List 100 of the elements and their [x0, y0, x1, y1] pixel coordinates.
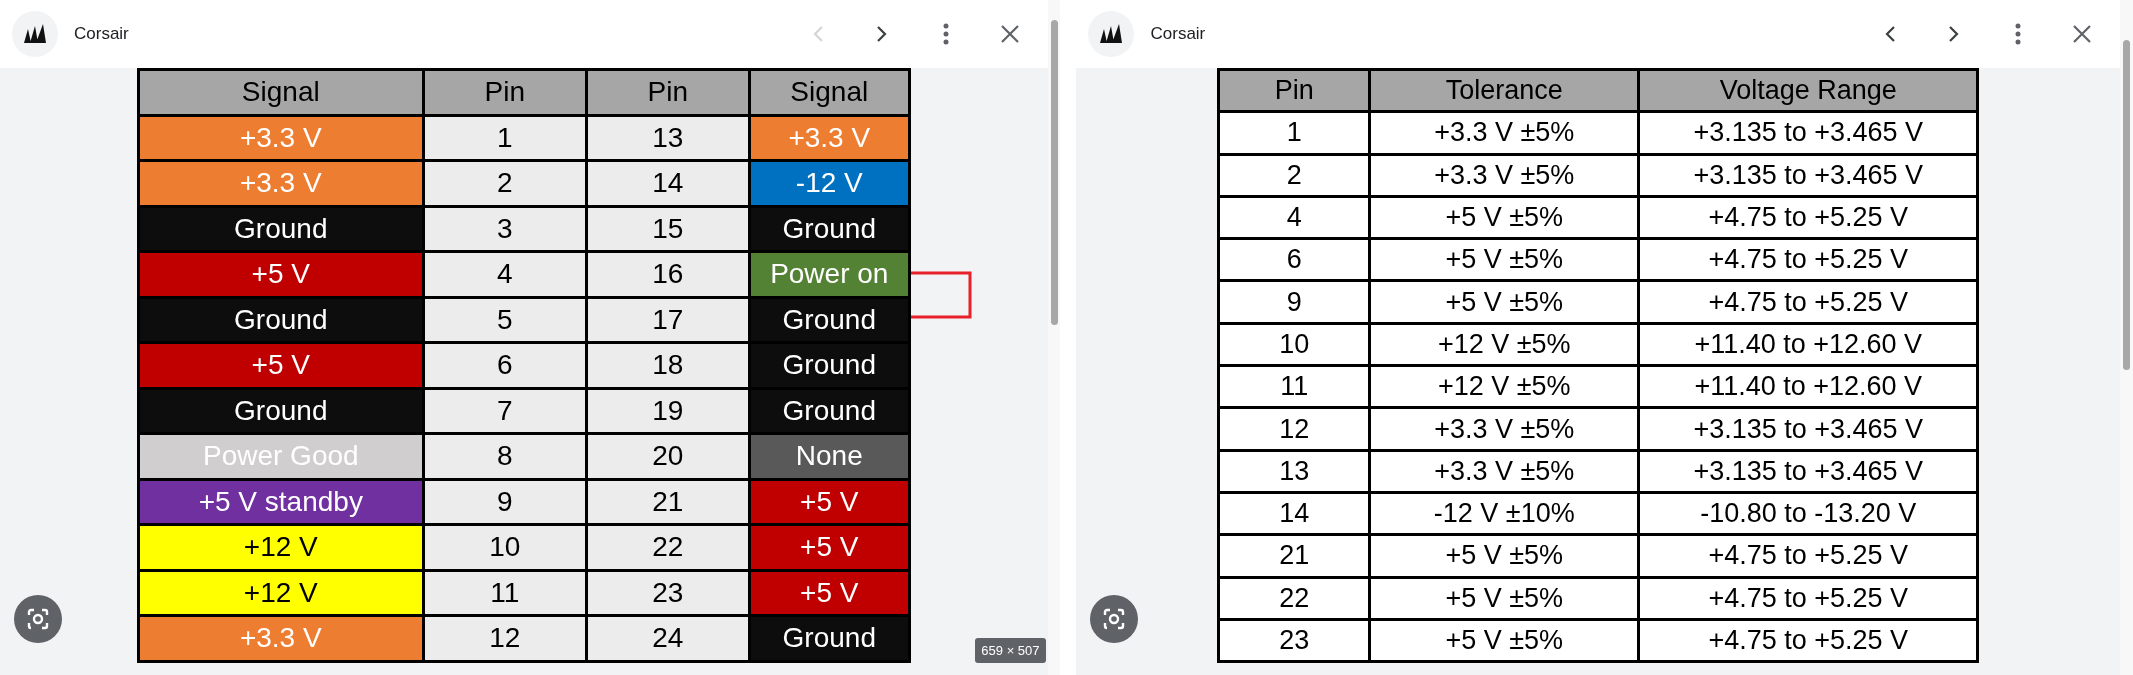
chevron-right-icon — [1949, 26, 1960, 42]
table-cell: +3.3 V — [139, 162, 422, 205]
close-icon — [2072, 24, 2093, 44]
table-cell: +12 V ±5% — [1371, 324, 1638, 365]
table-cell: 4 — [424, 253, 585, 296]
table-cell: Ground — [750, 298, 908, 341]
table-cell: Power on — [750, 253, 908, 296]
table-cell: +12 V ±5% — [1371, 367, 1638, 407]
more-icon — [942, 23, 949, 45]
table-cell: +5 V ±5% — [1371, 240, 1638, 280]
table-cell: 6 — [1220, 240, 1369, 280]
table-cell: 11 — [1220, 367, 1369, 407]
table-cell: +12 V — [139, 526, 422, 569]
table-cell: 2 — [1220, 155, 1369, 195]
table-cell: +5 V — [750, 480, 908, 523]
table-cell: +3.3 V — [750, 116, 908, 159]
more-icon — [2015, 23, 2022, 45]
lens-icon — [1102, 607, 1127, 631]
table-cell: +3.3 V — [139, 116, 422, 159]
table-cell: 14 — [1220, 493, 1369, 534]
column-header: Pin — [424, 71, 585, 114]
table-cell: 18 — [587, 344, 748, 387]
table-cell: +3.135 to +3.465 V — [1640, 113, 1977, 153]
scrollbar-thumb[interactable] — [2123, 40, 2131, 370]
table-cell: 22 — [587, 526, 748, 569]
table-cell: 21 — [587, 480, 748, 523]
table-cell: +4.75 to +5.25 V — [1640, 282, 1977, 322]
table-cell: +5 V ±5% — [1371, 536, 1638, 576]
table-cell: +4.75 to +5.25 V — [1640, 197, 1977, 238]
table-cell: 20 — [587, 435, 748, 478]
table-cell: 8 — [424, 435, 585, 478]
table-cell: +11.40 to +12.60 V — [1640, 324, 1977, 365]
table-cell: 19 — [587, 389, 748, 432]
column-header: Pin — [587, 71, 748, 114]
table-cell: Ground — [750, 389, 908, 432]
lens-button[interactable] — [14, 595, 62, 643]
table-cell: 5 — [424, 298, 585, 341]
lens-button[interactable] — [1090, 595, 1139, 643]
table-cell: 23 — [587, 571, 748, 614]
table-cell: 21 — [1220, 536, 1369, 576]
table-cell: 9 — [1220, 282, 1369, 322]
table-cell: +4.75 to +5.25 V — [1640, 578, 1977, 618]
table-cell: -10.80 to -13.20 V — [1640, 493, 1977, 534]
table-cell: +4.75 to +5.25 V — [1640, 240, 1977, 280]
table-cell: 13 — [587, 116, 748, 159]
table-cell: 4 — [1220, 197, 1369, 238]
table-cell: 1 — [1220, 113, 1369, 153]
table-cell: 17 — [587, 298, 748, 341]
source-name: Corsair — [74, 24, 130, 44]
table-cell: +3.135 to +3.465 V — [1640, 409, 1977, 449]
table-cell: +4.75 to +5.25 V — [1640, 620, 1977, 661]
table-cell: Ground — [750, 207, 908, 250]
table-cell: +11.40 to +12.60 V — [1640, 367, 1977, 407]
table-cell: Ground — [750, 344, 908, 387]
table-cell: +4.75 to +5.25 V — [1640, 536, 1977, 576]
table-cell: +5 V ±5% — [1371, 282, 1638, 322]
table-cell: +5 V — [750, 526, 908, 569]
table-cell: 22 — [1220, 578, 1369, 618]
close-icon — [999, 24, 1020, 44]
table-cell: +3.3 V ±5% — [1371, 113, 1638, 153]
table-cell: 14 — [587, 162, 748, 205]
column-header: Tolerance — [1371, 71, 1638, 111]
table-cell: 10 — [1220, 324, 1369, 365]
table-cell: -12 V ±10% — [1371, 493, 1638, 534]
table-cell: +5 V — [750, 571, 908, 614]
table-cell: 15 — [587, 207, 748, 250]
table-cell: +3.3 V ±5% — [1371, 451, 1638, 491]
table-cell: -12 V — [750, 162, 908, 205]
table-cell: +5 V ±5% — [1371, 620, 1638, 661]
table-cell: Ground — [139, 298, 422, 341]
table-cell: +3.135 to +3.465 V — [1640, 451, 1977, 491]
table-cell: +3.3 V — [139, 617, 422, 660]
image-size-badge: 659 × 507 — [975, 638, 1046, 663]
table-cell: 2 — [424, 162, 585, 205]
table-cell: Ground — [750, 617, 908, 660]
lens-icon — [26, 607, 50, 631]
column-header: Signal — [750, 71, 908, 114]
bracket-connector — [910, 271, 973, 321]
table-cell: 16 — [587, 253, 748, 296]
chevron-right-icon — [876, 26, 887, 42]
table-cell: +3.3 V ±5% — [1371, 155, 1638, 195]
table-cell: +5 V ±5% — [1371, 578, 1638, 618]
sails-icon — [22, 23, 48, 45]
table-cell: 6 — [424, 344, 585, 387]
source-name: Corsair — [1150, 24, 1207, 44]
column-header: Voltage Range — [1640, 71, 1977, 111]
table-cell: 13 — [1220, 451, 1369, 491]
column-header: Signal — [139, 71, 422, 114]
table-cell: Ground — [139, 207, 422, 250]
table-cell: +3.135 to +3.465 V — [1640, 155, 1977, 195]
table-cell: +3.3 V ±5% — [1371, 409, 1638, 449]
table-cell: 1 — [424, 116, 585, 159]
column-header: Pin — [1220, 71, 1369, 111]
table-cell: 11 — [424, 571, 585, 614]
table-cell: 23 — [1220, 620, 1369, 661]
sails-icon — [1098, 23, 1125, 45]
scrollbar-thumb[interactable] — [1050, 20, 1058, 325]
table-cell: 12 — [1220, 409, 1369, 449]
table-cell: +5 V ±5% — [1371, 197, 1638, 238]
table-cell: 9 — [424, 480, 585, 523]
